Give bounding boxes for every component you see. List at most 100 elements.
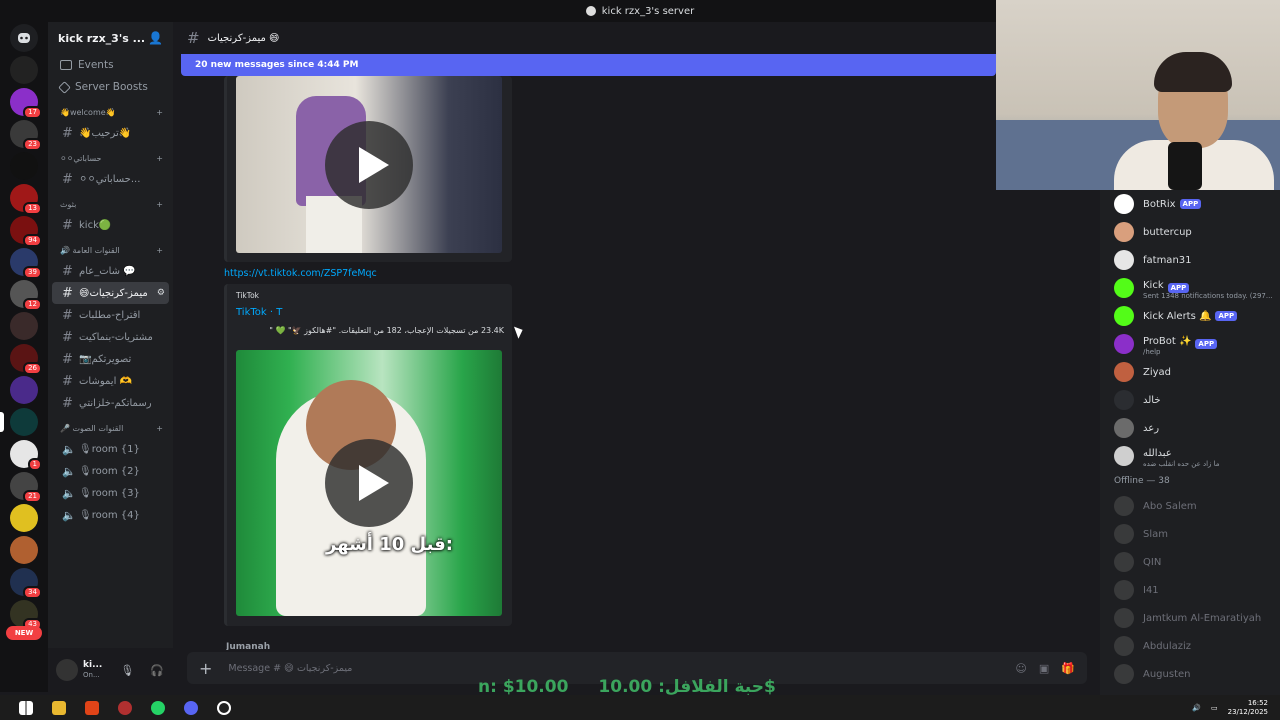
server-icon[interactable]	[10, 312, 38, 340]
server-icon[interactable]: 94	[10, 216, 42, 247]
server-icon[interactable]: 43	[10, 600, 42, 631]
headphones-icon[interactable]: 🎧	[150, 664, 164, 677]
embed-title[interactable]: TikTok · T	[236, 307, 282, 318]
server-icon[interactable]: 34	[10, 568, 42, 599]
member-item-offline[interactable]: Abdulaziz	[1100, 632, 1280, 660]
member-name: Augusten	[1143, 668, 1191, 680]
member-item-offline[interactable]: Abo Salem	[1100, 492, 1280, 520]
obs-icon[interactable]	[217, 700, 231, 715]
server-boosts-link[interactable]: Server Boosts	[48, 76, 173, 98]
clock[interactable]: 16:52 23/12/2025	[1228, 699, 1268, 717]
channel-item[interactable]: # kick🟢	[52, 214, 169, 236]
app-badge: APP	[1179, 199, 1202, 209]
embed-description: 23.4K من تسجيلات الإعجاب، 182 من التعليق…	[269, 326, 504, 335]
server-icon[interactable]	[10, 376, 38, 404]
channel-item[interactable]: # ايموشات 🫶	[52, 370, 169, 392]
network-icon[interactable]: ▭	[1211, 704, 1218, 712]
add-channel-icon[interactable]: +	[156, 424, 163, 433]
server-icon[interactable]: 21	[10, 472, 42, 503]
server-icon[interactable]: 39	[10, 248, 42, 279]
voice-channel-item[interactable]: 🔈 🎙room {2}	[52, 460, 169, 482]
voice-channel-item[interactable]: 🔈 🎙room {3}	[52, 482, 169, 504]
channel-item[interactable]: # اقتراح-مطلبات	[52, 304, 169, 326]
brave-icon[interactable]	[85, 700, 99, 715]
category-header[interactable]: بثوث +	[48, 194, 173, 214]
add-channel-icon[interactable]: +	[156, 200, 163, 209]
category-header[interactable]: 🔊 القنوات العامة +	[48, 240, 173, 260]
voice-channel-item[interactable]: 🔈 🎙room {1}	[52, 438, 169, 460]
folder-icon[interactable]	[52, 700, 66, 715]
server-icon[interactable]: 23	[10, 120, 42, 151]
volume-icon[interactable]: 🔊	[1192, 704, 1201, 712]
server-icon[interactable]: 13	[10, 184, 42, 215]
whatsapp-icon[interactable]	[151, 700, 165, 715]
member-item[interactable]: خالد	[1100, 386, 1280, 414]
channel-item[interactable]: # ⚪⚪حساباتي...	[52, 168, 169, 190]
server-icon[interactable]: 17	[10, 88, 42, 119]
home-button[interactable]	[10, 24, 38, 52]
member-item[interactable]: ProBot ✨ APP/help	[1100, 330, 1280, 358]
member-item-offline[interactable]: Augusten	[1100, 660, 1280, 688]
emoji-icon[interactable]: ☺	[1015, 662, 1026, 675]
plus-icon[interactable]: +	[199, 659, 212, 678]
member-item[interactable]: عبدالله ما زاد عن حده انقلب ضده	[1100, 442, 1280, 470]
add-member-icon[interactable]: 👤	[148, 31, 163, 45]
member-name: Ziyad	[1143, 366, 1172, 378]
server-icon[interactable]: 12	[10, 280, 42, 311]
server-icon[interactable]	[10, 56, 38, 84]
settings-gear-icon[interactable]: ⚙	[157, 288, 165, 298]
member-name: buttercup	[1143, 226, 1192, 238]
new-messages-banner[interactable]: 20 new messages since 4:44 PM	[181, 54, 996, 76]
member-item-offline[interactable]: Jamtkum Al-Emaratiyah	[1100, 604, 1280, 632]
member-item-offline[interactable]: I41	[1100, 576, 1280, 604]
avatar	[1114, 446, 1134, 466]
play-icon[interactable]	[325, 439, 413, 527]
play-icon[interactable]	[325, 120, 413, 209]
channel-item[interactable]: # مشتريات-بنماكيت	[52, 326, 169, 348]
message-author[interactable]: Jumanah	[226, 642, 270, 650]
category-header[interactable]: 🎤 القنوات الصوت +	[48, 418, 173, 438]
microphone-icon[interactable]: 🎙	[120, 664, 134, 677]
member-item[interactable]: fatman31	[1100, 246, 1280, 274]
category-header[interactable]: ⚪⚪حساباتي +	[48, 148, 173, 168]
member-item[interactable]: Ziyad	[1100, 358, 1280, 386]
member-item[interactable]: رعد	[1100, 414, 1280, 442]
channel-item[interactable]: # 📷تصويرتكم	[52, 348, 169, 370]
voice-channel-item[interactable]: 🔈 🎙room {4}	[52, 504, 169, 526]
channel-item[interactable]: # شات_عام 💬	[52, 260, 169, 282]
category-header[interactable]: 👋welcome👋 +	[48, 102, 173, 122]
member-item[interactable]: Kick APP Sent 1348 notifications today. (2…	[1100, 274, 1280, 302]
channel-title: ميمز-كرنجيات 😄	[207, 32, 280, 44]
windows-start-icon[interactable]	[19, 700, 33, 715]
server-icon[interactable]	[10, 152, 38, 180]
server-icon[interactable]: 1	[10, 440, 42, 471]
add-channel-icon[interactable]: +	[156, 246, 163, 255]
member-item[interactable]: Kick Alerts 🔔 APP	[1100, 302, 1280, 330]
server-icon[interactable]	[10, 504, 38, 532]
server-icon[interactable]: 26	[10, 344, 42, 375]
server-icon-selected[interactable]	[0, 408, 38, 436]
hash-icon: #	[62, 351, 73, 367]
add-channel-icon[interactable]: +	[156, 108, 163, 117]
server-icon[interactable]	[10, 536, 38, 564]
video-thumbnail[interactable]	[236, 76, 502, 253]
events-link[interactable]: Events	[48, 54, 173, 76]
add-channel-icon[interactable]: +	[156, 154, 163, 163]
channel-item[interactable]: # 👋ترحيب👋	[52, 122, 169, 144]
member-item[interactable]: BotRix APP	[1100, 190, 1280, 218]
gift-icon[interactable]: 🎁	[1061, 662, 1075, 675]
image-icon[interactable]: ▣	[1039, 662, 1049, 675]
channel-item[interactable]: # رسماتكم-خلزانتي	[52, 392, 169, 414]
server-header[interactable]: kick rzx_3's ... 👤	[48, 22, 173, 54]
member-item-offline[interactable]: QIN	[1100, 548, 1280, 576]
avatar[interactable]	[56, 659, 78, 681]
member-item-offline[interactable]: Slam	[1100, 520, 1280, 548]
discord-icon[interactable]	[184, 700, 198, 715]
app-icon[interactable]	[118, 700, 132, 715]
tiktok-link[interactable]: https://vt.tiktok.com/ZSP7feMqc	[224, 268, 377, 279]
channel-item-active[interactable]: # 😄ميمز-كرنجيات ⚙	[52, 282, 169, 304]
member-item[interactable]: buttercup	[1100, 218, 1280, 246]
video-thumbnail[interactable]: قبل 10 أشهر:	[236, 350, 502, 616]
new-servers-pill[interactable]: NEW	[6, 626, 42, 640]
member-name: Jamtkum Al-Emaratiyah	[1143, 612, 1262, 624]
